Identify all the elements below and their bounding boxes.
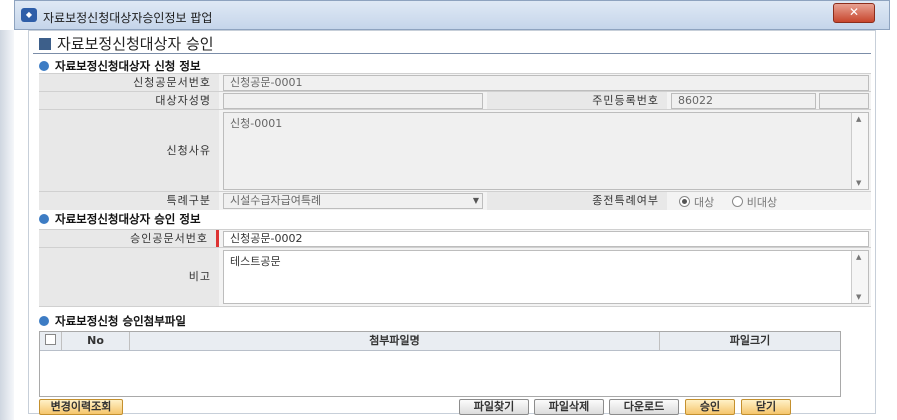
scroll-down-icon[interactable]: ▼: [856, 179, 861, 187]
bullet-icon: [39, 214, 49, 224]
exception-row: 특례구분 시설수급자급여특례 ▼ 종전특례여부 대상 비대상: [39, 191, 871, 210]
title-bar[interactable]: ◆ 자료보정신청대상자승인정보 팝업 ✕: [14, 0, 890, 30]
col-filename[interactable]: 첨부파일명: [130, 332, 660, 350]
apply-section-header: 자료보정신청대상자 신청 정보: [39, 58, 201, 74]
apply-section-title: 자료보정신청대상자 신청 정보: [55, 59, 201, 73]
note-scrollbar[interactable]: ▲ ▼: [851, 251, 868, 303]
window-close-button[interactable]: ✕: [833, 3, 875, 23]
prior-label: 종전특례여부: [487, 192, 667, 210]
note-textarea[interactable]: 테스트공문 ▲ ▼: [223, 250, 869, 304]
download-button[interactable]: 다운로드: [609, 399, 679, 415]
name-label: 대상자성명: [39, 92, 219, 110]
apply-name-row: 대상자성명 주민등록번호 86022: [39, 91, 871, 110]
grid-header: No 첨부파일명 파일크기: [40, 332, 840, 351]
popup-window: ◆ 자료보정신청대상자승인정보 팝업 ✕ 자료보정신청대상자 승인 자료보정신청…: [0, 0, 897, 420]
note-row: 비고 테스트공문 ▲ ▼: [39, 247, 871, 307]
delete-file-button[interactable]: 파일삭제: [534, 399, 604, 415]
close-button[interactable]: 닫기: [741, 399, 791, 415]
name-field[interactable]: [223, 93, 483, 109]
radio-icon[interactable]: [731, 196, 743, 207]
popup-content: 자료보정신청대상자 승인 자료보정신청대상자 신청 정보 신청공문서번호 신청공…: [28, 30, 876, 415]
exception-select[interactable]: 시설수급자급여특례 ▼: [223, 193, 483, 209]
find-file-button[interactable]: 파일찾기: [459, 399, 529, 415]
attach-section-header: 자료보정신청 승인첨부파일: [39, 313, 186, 329]
attachment-grid[interactable]: No 첨부파일명 파일크기: [39, 331, 841, 397]
dropdown-arrow-icon[interactable]: ▼: [473, 194, 479, 208]
col-filesize[interactable]: 파일크기: [660, 332, 840, 350]
prior-radio-group: 대상 비대상: [679, 194, 777, 210]
radio-icon-selected[interactable]: [679, 196, 690, 207]
col-no[interactable]: No: [62, 332, 130, 350]
reason-scrollbar[interactable]: ▲ ▼: [851, 113, 868, 189]
page-title-text: 자료보정신청대상자 승인: [57, 35, 214, 53]
page-title: 자료보정신청대상자 승인: [39, 33, 214, 54]
exception-selected-value: 시설수급자급여특례: [230, 194, 322, 207]
scroll-down-icon[interactable]: ▼: [856, 293, 861, 301]
attach-section-title: 자료보정신청 승인첨부파일: [55, 314, 186, 328]
approve-section-title: 자료보정신청대상자 승인 정보: [55, 212, 201, 226]
scroll-up-icon[interactable]: ▲: [856, 115, 861, 123]
prior-radio-nontarget[interactable]: 비대상: [731, 196, 778, 209]
checkbox-icon[interactable]: [45, 334, 56, 345]
approve-section-header: 자료보정신청대상자 승인 정보: [39, 211, 201, 227]
title-square-icon: [39, 38, 51, 50]
background-window: [0, 30, 14, 420]
bullet-icon: [39, 316, 49, 326]
reason-label: 신청사유: [39, 110, 219, 192]
approve-doc-field[interactable]: 신청공문-0002: [223, 231, 869, 247]
app-icon: ◆: [21, 8, 37, 22]
window-title: 자료보정신청대상자승인정보 팝업: [43, 11, 213, 25]
apply-doc-field[interactable]: 신청공문-0001: [223, 75, 869, 91]
rrn-label: 주민등록번호: [487, 92, 667, 110]
exception-label: 특례구분: [39, 192, 219, 210]
title-divider: [33, 53, 871, 54]
rrn-field-suffix[interactable]: [819, 93, 869, 109]
approve-doc-label: 승인공문서번호: [39, 230, 219, 248]
apply-doc-row: 신청공문서번호 신청공문-0001: [39, 73, 871, 92]
prior-radio-target[interactable]: 대상: [679, 196, 714, 209]
scroll-up-icon[interactable]: ▲: [856, 253, 861, 261]
rrn-field[interactable]: 86022: [671, 93, 816, 109]
apply-doc-label: 신청공문서번호: [39, 74, 219, 92]
bullet-icon: [39, 61, 49, 71]
select-all-checkbox[interactable]: [40, 332, 62, 350]
reason-row: 신청사유 신청-0001 ▲ ▼: [39, 109, 871, 192]
prior-option-nontarget-label: 비대상: [746, 196, 778, 209]
approve-button[interactable]: 승인: [685, 399, 735, 415]
prior-option-target-label: 대상: [694, 196, 715, 209]
reason-textarea[interactable]: 신청-0001 ▲ ▼: [223, 112, 869, 190]
note-text: 테스트공문: [230, 255, 281, 268]
note-label: 비고: [39, 248, 219, 306]
reason-text: 신청-0001: [230, 117, 283, 130]
approve-doc-row: 승인공문서번호 신청공문-0002: [39, 229, 871, 248]
change-history-button[interactable]: 변경이력조회: [39, 399, 123, 415]
